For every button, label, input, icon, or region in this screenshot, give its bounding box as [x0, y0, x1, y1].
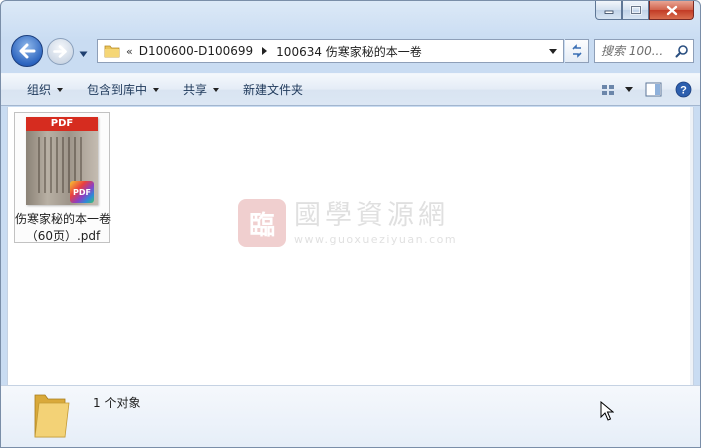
- details-pane: 1 个对象: [1, 385, 700, 447]
- include-in-library-menu[interactable]: 包含到库中: [75, 74, 171, 105]
- maximize-button[interactable]: [622, 1, 649, 20]
- site-watermark: 臨 國學資源網 www.guoxueziyuan.com: [238, 199, 457, 247]
- address-bar[interactable]: « D100600-D100699 100634 伤寒家秘的本一卷: [97, 39, 564, 63]
- vertical-scrollbar[interactable]: [690, 107, 693, 385]
- breadcrumb-parent[interactable]: D100600-D100699: [139, 44, 253, 58]
- chevron-down-icon: [57, 87, 64, 92]
- watermark-title: 國學資源網: [294, 199, 449, 231]
- chevron-down-icon: [213, 87, 220, 92]
- caption-buttons: [595, 1, 694, 21]
- watermark-url: www.guoxueziyuan.com: [294, 232, 458, 246]
- close-button[interactable]: [649, 1, 694, 20]
- change-view-button[interactable]: [601, 84, 633, 96]
- breadcrumb-current[interactable]: 100634 伤寒家秘的本一卷: [276, 43, 422, 60]
- preview-pane-icon[interactable]: [645, 82, 663, 98]
- share-label: 共享: [183, 83, 208, 97]
- explorer-window: « D100600-D100699 100634 伤寒家秘的本一卷 组织: [0, 0, 701, 448]
- view-controls: ?: [601, 74, 692, 105]
- item-count: 1 个对象: [93, 396, 141, 410]
- pdf-app-icon: PDF: [70, 181, 94, 203]
- help-icon[interactable]: ?: [675, 81, 692, 98]
- address-dropdown-icon[interactable]: [549, 49, 557, 54]
- search-box[interactable]: [594, 39, 694, 63]
- thumbnail-pdf-band: PDF: [26, 117, 98, 131]
- folder-large-icon: [34, 394, 70, 438]
- forward-button[interactable]: [47, 38, 74, 65]
- maximize-icon: [629, 5, 642, 15]
- recent-pages-dropdown[interactable]: [79, 47, 88, 61]
- path-prefix[interactable]: «: [126, 45, 133, 58]
- watermark-text: 國學資源網 www.guoxueziyuan.com: [294, 199, 458, 246]
- minimize-icon: [604, 10, 613, 14]
- organize-label: 组织: [27, 83, 52, 97]
- file-name[interactable]: 伤寒家秘的本一卷（60页）.pdf: [15, 211, 111, 245]
- new-folder-label: 新建文件夹: [243, 83, 304, 97]
- watermark-seal-logo: 臨: [238, 199, 286, 247]
- file-list-pane[interactable]: PDF PDF 伤寒家秘的本一卷（60页）.pdf 臨 國學資源網 www.gu…: [7, 107, 694, 385]
- search-input[interactable]: [601, 44, 677, 58]
- chevron-down-icon: [625, 87, 633, 92]
- folder-icon: [104, 45, 120, 58]
- svg-text:?: ?: [680, 85, 687, 97]
- organize-menu[interactable]: 组织: [1, 74, 75, 105]
- back-button[interactable]: [11, 35, 43, 67]
- minimize-button[interactable]: [595, 1, 622, 20]
- chevron-down-icon: [79, 51, 88, 57]
- mouse-pointer-icon: [600, 401, 614, 421]
- back-arrow-icon: [19, 43, 36, 59]
- search-icon[interactable]: [675, 44, 689, 58]
- file-item-pdf[interactable]: PDF PDF 伤寒家秘的本一卷（60页）.pdf: [14, 112, 111, 245]
- include-in-library-label: 包含到库中: [87, 83, 148, 97]
- navigation-row: « D100600-D100699 100634 伤寒家秘的本一卷: [9, 35, 694, 67]
- breadcrumb-arrow-icon[interactable]: [262, 47, 268, 55]
- refresh-button[interactable]: [565, 39, 589, 63]
- close-icon: [666, 5, 677, 15]
- refresh-icon: [571, 44, 582, 58]
- forward-arrow-icon: [53, 45, 67, 58]
- view-grid-icon: [602, 84, 614, 95]
- new-folder-button[interactable]: 新建文件夹: [231, 74, 315, 105]
- share-menu[interactable]: 共享: [171, 74, 231, 105]
- chevron-down-icon: [153, 87, 160, 92]
- command-bar: 组织 包含到库中 共享 新建文件夹 ?: [1, 73, 700, 106]
